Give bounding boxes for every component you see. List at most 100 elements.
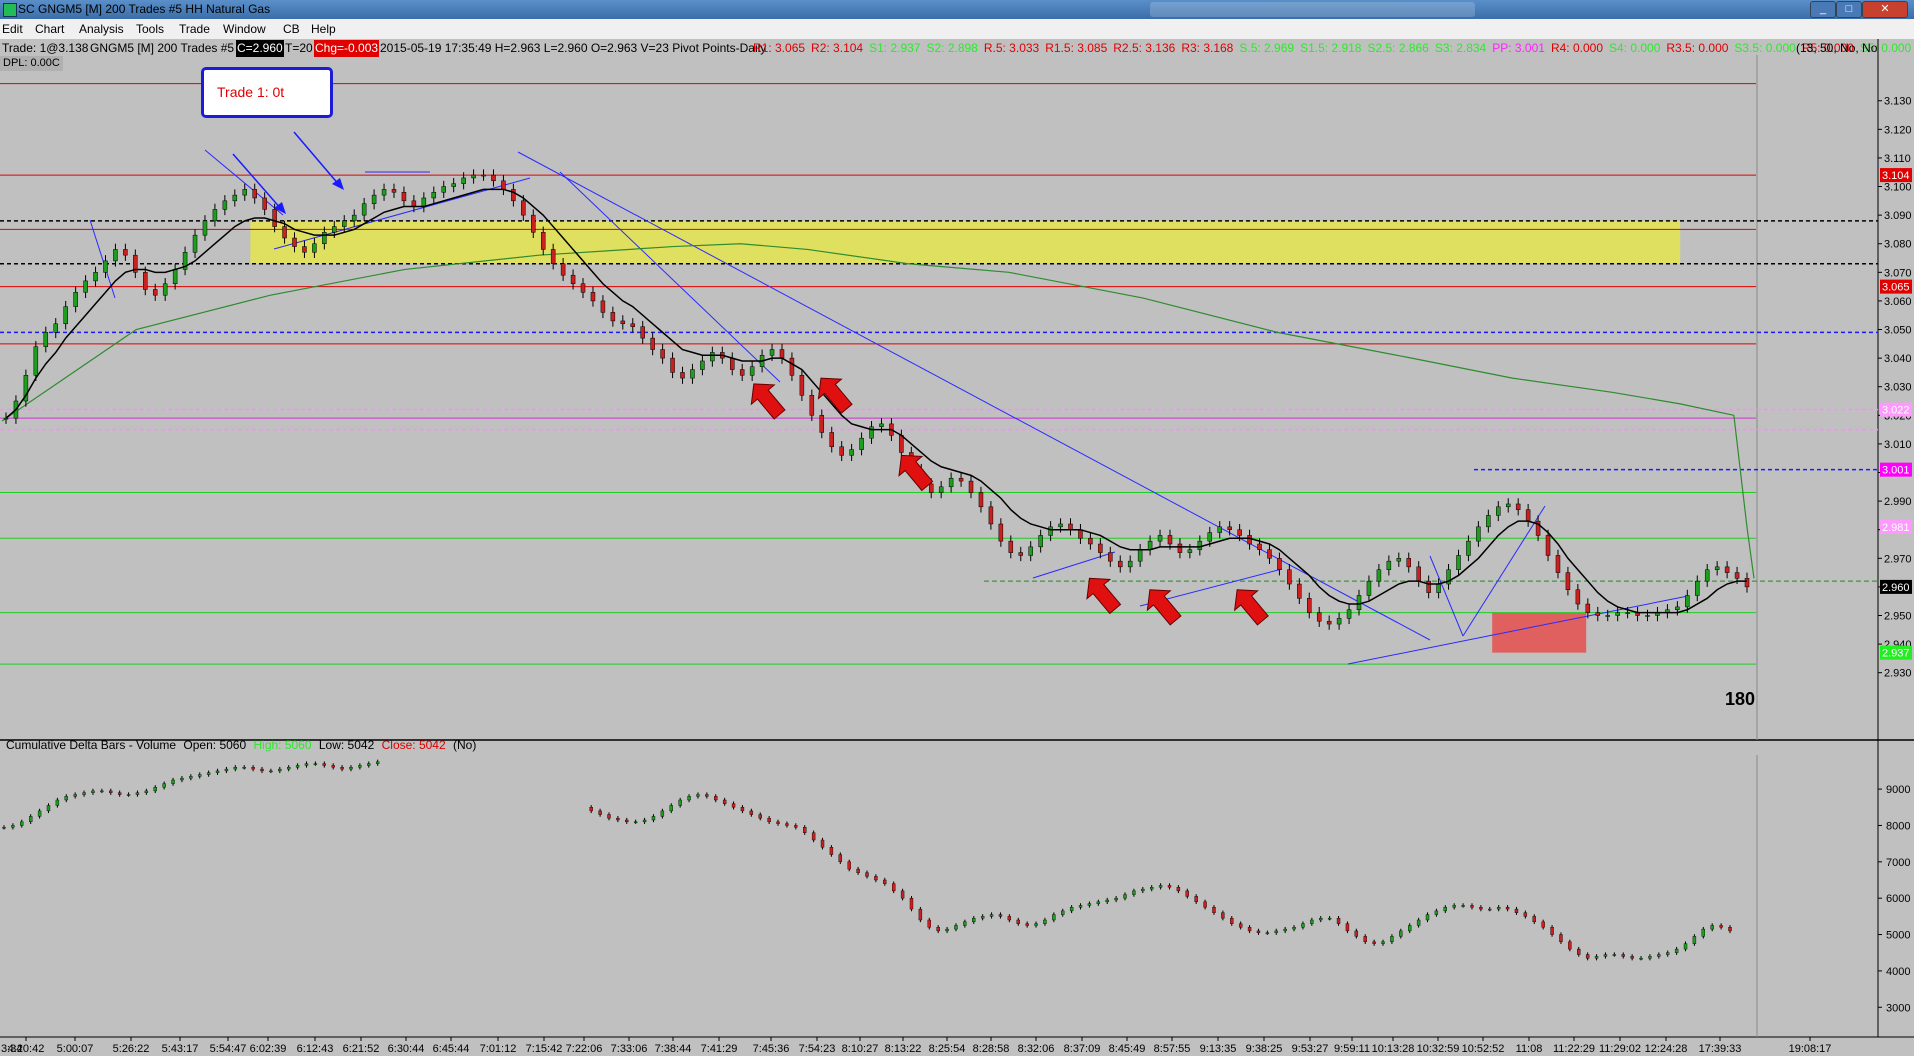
time-tick-label: 8:10:27 (842, 1043, 879, 1055)
delta-bar-body (126, 794, 131, 796)
delta-bar-body (829, 847, 834, 855)
delta-bar-body (1603, 954, 1608, 957)
menu-analysis[interactable]: Analysis (79, 19, 124, 39)
background-window-title (1150, 2, 1475, 17)
candle-body (839, 446, 844, 456)
menu-tools[interactable]: Tools (136, 19, 164, 39)
candle-body (1625, 612, 1630, 614)
delta-bar-body (1292, 927, 1296, 930)
delta-bar-body (1363, 936, 1367, 943)
delta-bar-body (1674, 948, 1679, 953)
delta-bar-body (776, 821, 780, 824)
candle-body (471, 174, 476, 179)
price-marker: 3.065 (1880, 279, 1912, 294)
candle-body (1127, 560, 1133, 568)
candle-body (143, 272, 148, 290)
candle-body (1038, 535, 1043, 548)
candle-body (1287, 569, 1292, 585)
candle-body (1307, 598, 1312, 613)
delta-bar-body (642, 819, 647, 823)
menu-trade[interactable]: Trade (179, 19, 210, 39)
bar-count-label: 180 (1725, 689, 1756, 709)
delta-bar-body (1265, 932, 1270, 934)
price-chart[interactable]: 3.130 3.120 3.110 3.100 3.090 3.080 3.070 3.060… (0, 39, 1914, 1056)
candle-body (1515, 503, 1521, 510)
candle-body (1167, 535, 1173, 545)
delta-bar-body (1096, 901, 1101, 904)
delta-bar-body (1256, 930, 1261, 933)
candle-body (123, 249, 128, 256)
delta-bar-body (785, 823, 789, 826)
time-tick-label: 5:00:07 (57, 1043, 94, 1055)
delta-bar-body (1639, 957, 1643, 960)
candle-body (1704, 569, 1710, 582)
delta-bar-body (616, 817, 620, 821)
menu-cb[interactable]: CB (283, 19, 300, 39)
candle-body (63, 306, 68, 325)
candle-body (1187, 549, 1193, 553)
time-axis: 3:344:20:42 5:00:07 5:26:22 5:43:17 5:54:47 6… (1, 1037, 1831, 1055)
dpl-readout: DPL: 0.00C (0, 56, 63, 71)
candle-body (1147, 540, 1153, 550)
delta-bar-body (1007, 916, 1012, 921)
delta-bar-body (705, 794, 709, 797)
delta-bar-body (109, 790, 113, 793)
menu-window[interactable]: Window (223, 19, 266, 39)
delta-bar-body (180, 777, 184, 781)
delta-bar-body (322, 763, 326, 766)
delta-bar-body (135, 792, 140, 795)
delta-flag: (No) (453, 738, 477, 752)
maximize-button[interactable]: □ (1836, 1, 1862, 18)
last-price-badge: C=2.960 (236, 40, 284, 57)
candle-body (43, 332, 49, 347)
candle-body (172, 269, 178, 285)
candle-body (968, 480, 974, 493)
delta-bar-body (313, 763, 318, 765)
candle-body (1545, 535, 1551, 556)
symbol-info: GNGM5 [M] 200 Trades #5 (90, 41, 235, 55)
time-tick-label: 9:59:11 (1334, 1043, 1370, 1055)
menu-chart[interactable]: Chart (35, 19, 64, 39)
menu-help[interactable]: Help (311, 19, 336, 39)
delta-bar-body (117, 792, 122, 795)
trade-count: T=20 (285, 41, 313, 55)
trade-annotation-box[interactable]: Trade 1: 0t (201, 67, 333, 118)
price-tick-label: 3.130 (1884, 96, 1912, 108)
candle-body (928, 483, 934, 493)
candle-body (998, 523, 1004, 542)
delta-bar-body (162, 783, 166, 788)
candle-body (1068, 523, 1073, 530)
delta-bar-body (589, 807, 593, 812)
candle-body (252, 189, 257, 199)
time-tick-label: 5:43:17 (162, 1043, 199, 1055)
delta-bar-body (1532, 916, 1536, 923)
price-marker: 3.001 (1880, 462, 1912, 477)
price-tick-label: 3.100 (1884, 182, 1912, 194)
candle-body (441, 186, 446, 193)
candle-body (978, 492, 984, 508)
delta-bar-body (11, 825, 15, 828)
candle-body (1108, 552, 1113, 562)
menu-edit[interactable]: Edit (2, 19, 23, 39)
candle-body (381, 189, 387, 196)
candle-body (540, 232, 546, 250)
price-marker: 3.104 (1880, 168, 1912, 183)
close-button[interactable]: ✕ (1862, 1, 1908, 18)
pivot-value: R2.5: 3.136 (1113, 41, 1176, 55)
pivot-value: R3.5: 0.000 (1666, 41, 1729, 55)
delta-open: Open: 5060 (183, 738, 247, 752)
minimize-button[interactable]: _ (1810, 1, 1836, 18)
candle-body (1714, 566, 1720, 570)
delta-bar-body (945, 928, 949, 932)
delta-bar-body (2, 827, 6, 829)
candle-body (1744, 578, 1750, 588)
ohlc-readout: 2015-05-19 17:35:49 H=2.963 L=2.960 O=2.… (380, 41, 767, 55)
candle-body (1396, 558, 1402, 562)
delta-bar-body (963, 921, 967, 926)
time-tick-label: 7:41:29 (701, 1043, 738, 1055)
delta-bar-body (1434, 910, 1439, 915)
delta-bar-body (28, 816, 33, 823)
delta-bar-body (856, 868, 860, 873)
delta-bar-body (1238, 923, 1243, 928)
candle-body (958, 477, 964, 482)
